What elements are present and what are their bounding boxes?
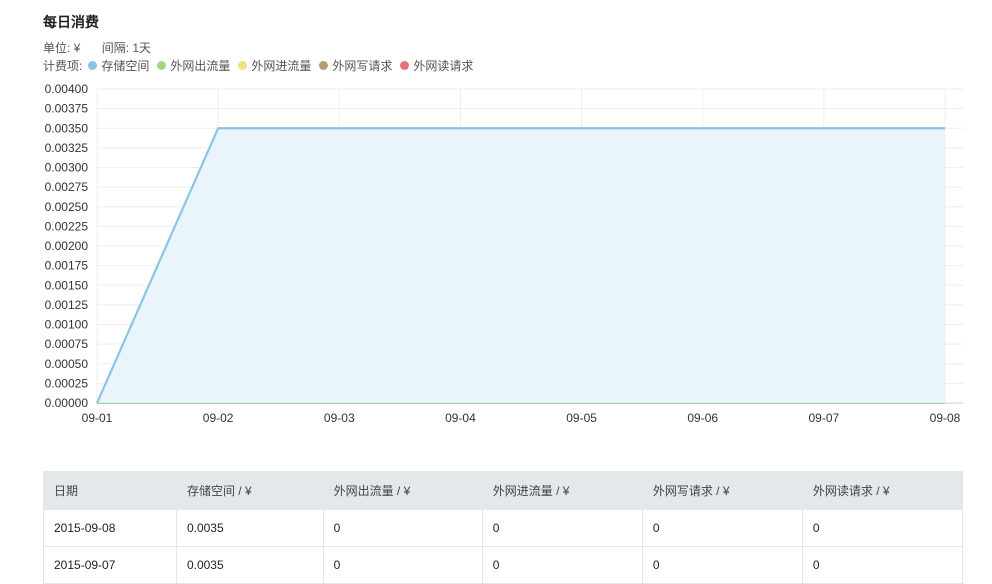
table-header-cell: 存储空间 / ¥ [175,471,324,510]
series-area [97,128,945,403]
x-tick-label: 09-08 [930,411,961,425]
table-header-cell: 日期 [43,471,177,510]
y-tick-label: 0.00100 [45,318,89,332]
legend-item[interactable]: 外网出流量 [155,57,230,74]
legend-item[interactable]: 存储空间 [86,57,149,74]
page-title: 每日消费 [43,14,99,30]
legend-dot-icon [319,61,329,70]
y-tick-label: 0.00225 [45,219,89,233]
table-header-cell: 外网出流量 / ¥ [322,471,483,510]
legend-dot-icon [157,61,167,70]
x-tick-label: 09-02 [203,411,234,425]
legend-item-label: 外网读请求 [413,59,474,73]
y-tick-label: 0.00350 [45,121,89,135]
table-cell: 0.0035 [175,509,324,547]
daily-cost-chart: 0.00000 0.00025 0.00050 0.00075 0.00100 0.001… [45,82,963,425]
y-tick-label: 0.00175 [45,259,89,273]
table-cell: 0 [322,509,483,547]
table-header-cell: 外网写请求 / ¥ [641,471,803,510]
legend-item[interactable]: 外网写请求 [317,57,392,74]
table-cell: 0.0035 [175,546,324,584]
y-tick-label: 0.00250 [45,200,89,214]
cost-table: 日期 存储空间 / ¥ 外网出流量 / ¥ 外网进流量 / ¥ 外网写请求 / ¥ 外网读… [43,471,964,584]
table-row: 2015-09-08 0.0035 0 0 0 0 [43,509,964,547]
legend-item[interactable]: 外网读请求 [398,57,473,74]
x-tick-label: 09-01 [82,411,113,425]
legend-item-label: 存储空间 [101,59,150,73]
table-cell: 0 [801,509,964,547]
y-tick-label: 0.00150 [45,278,89,292]
legend: 计费项: 存储空间 外网出流量 外网进流量 外网写请求 外网读请求 [43,57,475,74]
legend-item-label: 外网写请求 [332,59,393,73]
y-tick-label: 0.00300 [45,161,89,175]
legend-item-label: 外网进流量 [251,59,312,73]
chart-meta: 单位: ¥ 间隔: 1天 [43,39,169,56]
y-tick-label: 0.00075 [45,337,89,351]
x-tick-label: 09-05 [566,411,597,425]
legend-dot-icon [88,61,98,70]
legend-item[interactable]: 外网进流量 [236,57,311,74]
x-tick-label: 09-07 [809,411,840,425]
table-cell: 2015-09-07 [43,546,177,584]
y-tick-label: 0.00050 [45,357,89,371]
table-cell: 0 [641,509,803,547]
x-tick-label: 09-04 [445,411,476,425]
y-tick-label: 0.00375 [45,102,89,116]
table-header-row: 日期 存储空间 / ¥ 外网出流量 / ¥ 外网进流量 / ¥ 外网写请求 / ¥ 外网读… [43,471,964,510]
unit-label: 单位: ¥ [43,41,81,55]
table-header-cell: 外网进流量 / ¥ [481,471,643,510]
legend-dot-icon [400,61,410,70]
table-cell: 0 [481,546,643,584]
table-cell: 0 [322,546,483,584]
x-tick-label: 09-06 [687,411,718,425]
y-tick-label: 0.00025 [45,376,89,390]
legend-label: 计费项: [43,59,83,73]
y-tick-label: 0.00200 [45,239,89,253]
legend-dot-icon [238,61,248,70]
x-tick-label: 09-03 [324,411,355,425]
table-header-cell: 外网读请求 / ¥ [801,471,964,510]
y-tick-label: 0.00400 [45,82,89,96]
y-tick-label: 0.00125 [45,298,89,312]
y-tick-label: 0.00000 [45,396,89,410]
table-cell: 0 [481,509,643,547]
table-cell: 2015-09-08 [43,509,177,547]
table-cell: 0 [801,546,964,584]
y-tick-label: 0.00325 [45,141,89,155]
table-row: 2015-09-07 0.0035 0 0 0 0 [43,546,964,584]
y-tick-label: 0.00275 [45,180,89,194]
legend-item-label: 外网出流量 [170,59,231,73]
interval-label: 间隔: 1天 [101,41,152,55]
table-cell: 0 [641,546,803,584]
